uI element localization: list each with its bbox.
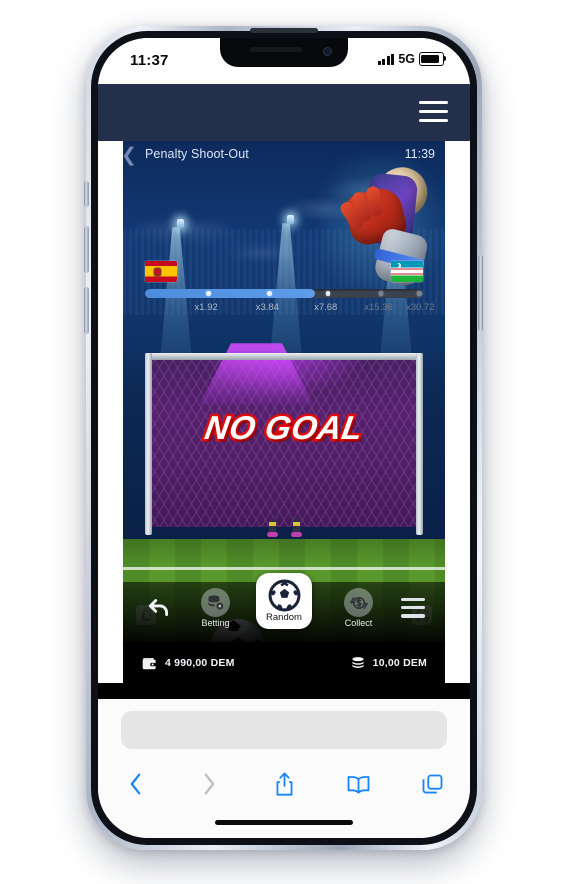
hamburger-menu-icon[interactable] <box>419 101 448 123</box>
bet-amount: 10,00 DEM <box>372 657 427 669</box>
book-icon <box>347 775 370 794</box>
multiplier-ladder: x1.92 x3.84 x7.68 x15.36 x30.72 <box>123 261 445 323</box>
status-bar-indicators: 5G <box>377 52 447 66</box>
spain-flag-icon <box>145 261 177 282</box>
multiplier-label: x1.92 <box>194 302 218 313</box>
menu-lines-icon <box>401 598 425 623</box>
multiplier-node <box>378 291 384 296</box>
multiplier-node <box>267 291 272 296</box>
result-banner: NO GOAL <box>200 407 368 449</box>
volume-down-button[interactable] <box>84 287 89 334</box>
multiplier-progress-track <box>145 289 423 298</box>
game-title: Penalty Shoot-Out <box>145 147 249 161</box>
multiplier-node <box>417 291 423 296</box>
browser-bookmarks-button[interactable] <box>321 773 395 796</box>
battery-full-icon <box>419 52 447 66</box>
collect-button[interactable]: Collect <box>344 588 373 628</box>
goal-post-left <box>145 353 152 535</box>
back-chevron-icon[interactable]: ❮ <box>123 144 137 167</box>
site-header <box>98 84 470 141</box>
multiplier-label: x7.68 <box>314 302 338 313</box>
game-menu-button[interactable] <box>401 598 425 623</box>
dollar-refresh-icon <box>344 588 373 617</box>
browser-toolbar <box>98 761 470 807</box>
random-label: Random <box>266 612 302 623</box>
home-indicator <box>215 820 353 825</box>
wallet-amount: 4 990,00 DEM <box>165 657 235 669</box>
browser-share-button[interactable] <box>247 771 321 798</box>
wallet-balance: 4 990,00 DEM <box>141 656 235 671</box>
game-viewport[interactable]: ❮ Penalty Shoot-Out 11:39 x1.92 <box>123 141 445 684</box>
game-control-bar: Betting Random Collect <box>123 573 445 642</box>
multiplier-node <box>206 291 211 296</box>
coins-gear-icon <box>201 588 230 617</box>
goal-post-right <box>416 353 423 535</box>
wallet-icon <box>142 657 157 669</box>
mute-switch-button[interactable] <box>84 181 89 207</box>
multiplier-label: x30.72 <box>405 302 435 313</box>
browser-bottom-bar <box>98 699 470 838</box>
phone-screen: 11:37 5G ❮ <box>98 38 470 838</box>
floodlight-icon <box>285 215 295 225</box>
multiplier-progress-fill <box>145 289 315 298</box>
cellular-bars-icon <box>377 53 395 65</box>
chevron-right-icon <box>204 773 215 795</box>
floodlight-icon <box>175 219 185 229</box>
tabs-icon <box>422 774 443 793</box>
browser-tabs-button[interactable] <box>396 773 470 796</box>
status-bar-time: 11:37 <box>130 52 169 69</box>
power-button[interactable] <box>478 255 483 331</box>
url-input[interactable] <box>121 711 447 749</box>
volume-up-button[interactable] <box>84 226 89 273</box>
browser-back-button[interactable] <box>98 771 172 797</box>
multiplier-label: x3.84 <box>255 302 279 313</box>
bet-amount-display: 10,00 DEM <box>350 656 427 671</box>
undo-arrow-icon <box>148 599 168 616</box>
multiplier-node <box>325 291 331 296</box>
screenshot-root: 11:37 5G ❮ <box>0 0 567 884</box>
game-clock: 11:39 <box>404 147 435 161</box>
random-button[interactable]: Random <box>256 573 312 629</box>
game-top-bar: ❮ Penalty Shoot-Out 11:39 <box>123 141 445 167</box>
multiplier-label: x15.36 <box>364 302 393 313</box>
browser-forward-button[interactable] <box>172 771 246 797</box>
top-speaker-grille <box>249 28 318 33</box>
uzbekistan-flag-icon <box>391 261 423 282</box>
goal-crossbar <box>145 353 423 360</box>
soccer-ball-icon <box>268 579 300 612</box>
earpiece-speaker <box>249 47 302 52</box>
phone-notch <box>219 38 348 67</box>
betting-button[interactable]: Betting <box>201 588 230 628</box>
chevron-left-icon <box>130 773 141 795</box>
front-camera <box>322 47 332 56</box>
multiplier-labels: x1.92 x3.84 x7.68 x15.36 x30.72 <box>145 302 435 316</box>
betting-label: Betting <box>201 618 230 628</box>
collect-label: Collect <box>344 618 373 628</box>
balance-bar: 4 990,00 DEM 10,00 DEM <box>123 642 445 684</box>
network-type-label: 5G <box>398 52 415 66</box>
page-background-black <box>98 683 470 699</box>
coin-stack-icon <box>352 656 364 668</box>
goalkeeper-legs <box>265 517 309 537</box>
share-icon <box>276 772 292 796</box>
undo-button[interactable] <box>145 594 173 620</box>
